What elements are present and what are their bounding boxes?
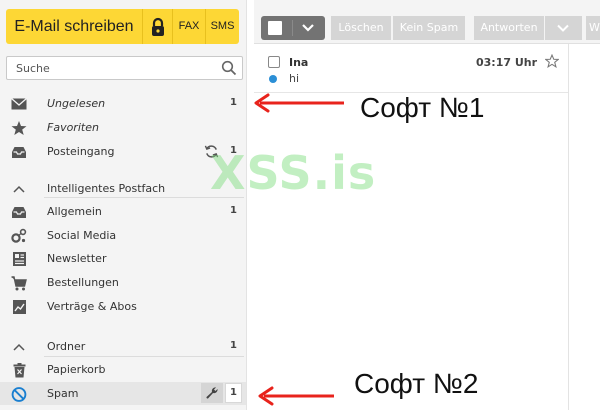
watermark: XSS.is bbox=[210, 146, 377, 200]
lock-icon bbox=[151, 17, 164, 36]
unread-count: 1 bbox=[230, 97, 237, 108]
blocked-icon bbox=[11, 386, 27, 402]
reply-button[interactable]: Antworten bbox=[474, 16, 544, 40]
sidebar-item-contracts[interactable]: Verträge & Abos bbox=[0, 295, 246, 318]
sidebar-item-label: Bestellungen bbox=[47, 276, 119, 289]
section-label: Ordner bbox=[47, 340, 86, 353]
sidebar-item-label: Newsletter bbox=[47, 252, 107, 265]
annotation-label: Софт №1 bbox=[360, 92, 485, 123]
sidebar-item-orders[interactable]: Bestellungen bbox=[0, 271, 246, 294]
delete-button[interactable]: Löschen bbox=[331, 16, 391, 40]
sidebar: E-Mail schreiben FAX SMS Suche Ungelesen… bbox=[0, 0, 247, 410]
mail-time: 03:17 Uhr bbox=[476, 56, 538, 69]
compose-row: E-Mail schreiben FAX SMS bbox=[6, 9, 239, 44]
annotation-label: Софт №2 bbox=[354, 368, 479, 399]
sidebar-item-spam[interactable]: Spam 1 bbox=[0, 382, 246, 405]
sidebar-item-favorites[interactable]: Favoriten bbox=[0, 116, 246, 139]
compose-email-button[interactable]: E-Mail schreiben bbox=[6, 9, 142, 44]
star-outline-icon[interactable] bbox=[545, 54, 559, 68]
select-all-checkbox[interactable] bbox=[268, 21, 282, 35]
mail-list-item[interactable]: Ina 03:17 Uhr hi bbox=[254, 49, 568, 93]
section-folders[interactable]: Ordner 1 bbox=[0, 335, 246, 358]
chevron-down-icon bbox=[302, 24, 314, 32]
mail-checkbox[interactable] bbox=[268, 56, 280, 68]
divider bbox=[44, 356, 244, 357]
star-icon bbox=[11, 120, 27, 136]
sidebar-item-label: Verträge & Abos bbox=[47, 300, 137, 313]
trash-icon bbox=[11, 362, 27, 378]
folder-settings-button[interactable] bbox=[201, 383, 223, 403]
not-spam-button[interactable]: Kein Spam bbox=[393, 16, 465, 40]
inbox-icon bbox=[11, 204, 27, 220]
newsletter-icon bbox=[11, 251, 27, 267]
divider bbox=[292, 20, 293, 36]
secure-mail-button[interactable] bbox=[142, 9, 172, 44]
sidebar-item-label: Social Media bbox=[47, 229, 117, 242]
shopping-cart-icon bbox=[11, 275, 27, 291]
sidebar-item-general[interactable]: Allgemein 1 bbox=[0, 200, 246, 223]
sidebar-item-label: Papierkorb bbox=[47, 363, 106, 376]
folders-count: 1 bbox=[230, 340, 237, 351]
sidebar-item-label: Posteingang bbox=[47, 145, 115, 158]
sidebar-item-social-media[interactable]: Social Media bbox=[0, 224, 246, 247]
social-icon bbox=[11, 228, 27, 244]
general-count: 1 bbox=[230, 205, 237, 216]
sms-button[interactable]: SMS bbox=[205, 9, 239, 44]
fax-button[interactable]: FAX bbox=[172, 9, 205, 44]
chevron-down-icon bbox=[557, 24, 569, 32]
reply-options-button[interactable] bbox=[545, 16, 582, 40]
divider bbox=[568, 44, 569, 410]
sidebar-item-label: Allgemein bbox=[47, 205, 102, 218]
search-icon[interactable] bbox=[221, 60, 237, 76]
sidebar-item-trash[interactable]: Papierkorb bbox=[0, 358, 246, 381]
search-placeholder: Suche bbox=[16, 62, 50, 75]
chevron-up-icon bbox=[11, 339, 27, 355]
chevron-up-icon bbox=[11, 181, 27, 197]
arrow-annotation bbox=[254, 93, 344, 113]
sidebar-item-label: Ungelesen bbox=[47, 97, 106, 110]
forward-button[interactable]: W bbox=[586, 16, 600, 40]
inbox-icon bbox=[11, 144, 27, 160]
mail-sender: Ina bbox=[289, 56, 309, 69]
search-input[interactable]: Suche bbox=[6, 56, 243, 80]
select-all-dropdown[interactable] bbox=[261, 16, 325, 40]
unread-indicator bbox=[269, 75, 277, 83]
sidebar-item-label: Favoriten bbox=[47, 121, 99, 134]
contract-chart-icon bbox=[11, 299, 27, 315]
wrench-icon bbox=[206, 387, 218, 399]
sidebar-item-unread[interactable]: Ungelesen 1 bbox=[0, 92, 246, 115]
mail-subject: hi bbox=[289, 72, 300, 85]
sidebar-item-newsletter[interactable]: Newsletter bbox=[0, 247, 246, 270]
sidebar-item-label: Spam bbox=[47, 387, 79, 400]
spam-count: 1 bbox=[225, 383, 242, 403]
mail-toolbar: Löschen Kein Spam Antworten W bbox=[254, 0, 600, 44]
section-label: Intelligentes Postfach bbox=[47, 182, 166, 195]
envelope-icon bbox=[11, 96, 27, 112]
arrow-annotation bbox=[258, 386, 334, 406]
